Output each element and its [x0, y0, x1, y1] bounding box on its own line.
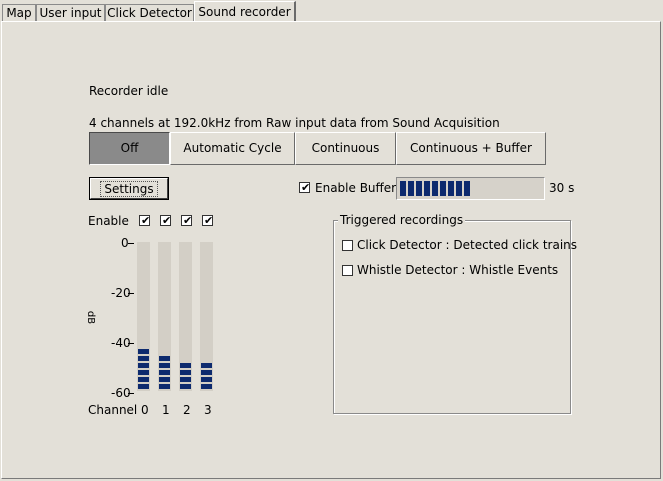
level-segment: [180, 377, 191, 382]
level-segment: [138, 370, 149, 375]
axis-tick-mark: [128, 393, 134, 394]
click-detector-trigger-checkbox[interactable]: [342, 240, 353, 251]
level-segment: [201, 370, 212, 375]
level-segment: [138, 356, 149, 361]
level-segment: [138, 363, 149, 368]
buffer-segment: [448, 181, 454, 196]
axis-tick-mark: [128, 343, 134, 344]
whistle-detector-trigger-label: Whistle Detector : Whistle Events: [357, 263, 559, 277]
level-segment: [180, 370, 191, 375]
buffer-segment: [464, 181, 470, 196]
level-segment: [180, 363, 191, 368]
continuous-button[interactable]: Continuous: [295, 132, 396, 165]
recorder-status: Recorder idle: [89, 84, 169, 98]
settings-button[interactable]: Settings: [89, 177, 169, 200]
automatic-cycle-button[interactable]: Automatic Cycle: [170, 132, 295, 165]
channel-id-0: 0: [141, 403, 149, 417]
tab-user-input[interactable]: User input: [36, 4, 105, 21]
click-detector-trigger-label: Click Detector : Detected click trains: [357, 238, 578, 252]
check-icon: ✔: [141, 214, 151, 227]
axis-tick-mark: [128, 243, 134, 244]
tab-map[interactable]: Map: [2, 4, 36, 21]
buffer-segment: [440, 181, 446, 196]
channel-3-level-meter: [200, 242, 213, 391]
channel-1-level-meter: [158, 242, 171, 391]
off-button[interactable]: Off: [89, 132, 170, 165]
channel-0-level-meter: [137, 242, 150, 391]
buffer-segment: [400, 181, 406, 196]
enable-label: Enable: [88, 214, 129, 228]
tab-click-detector[interactable]: Click Detector: [105, 4, 194, 21]
channel-label: Channel: [88, 403, 138, 417]
enable-buffer-checkbox[interactable]: ✔: [299, 181, 311, 194]
buffer-segment: [408, 181, 414, 196]
level-segment: [201, 377, 212, 382]
check-icon: ✔: [301, 181, 311, 194]
tab-sound-recorder[interactable]: Sound recorder: [194, 1, 296, 22]
settings-label: Settings: [100, 181, 158, 197]
check-icon: ✔: [162, 214, 172, 227]
level-segment: [159, 363, 170, 368]
axis-unit-label: dB: [85, 310, 97, 325]
check-icon: ✔: [183, 214, 193, 227]
channel-0-enable-checkbox[interactable]: ✔: [139, 214, 151, 227]
buffer-level-bar: [396, 177, 545, 200]
tab-bar: Map User input Click Detector Sound reco…: [0, 0, 663, 22]
channel-2-level-meter: [179, 242, 192, 391]
channel-3-enable-checkbox[interactable]: ✔: [202, 214, 214, 227]
buffer-segment: [424, 181, 430, 196]
axis-tick-mark: [128, 293, 134, 294]
whistle-detector-trigger-checkbox[interactable]: [342, 265, 353, 276]
channels-info: 4 channels at 192.0kHz from Raw input da…: [89, 116, 500, 130]
level-segment: [138, 377, 149, 382]
buffer-segment: [432, 181, 438, 196]
level-segment: [201, 363, 212, 368]
level-segment: [159, 370, 170, 375]
channel-2-enable-checkbox[interactable]: ✔: [181, 214, 193, 227]
channel-id-3: 3: [204, 403, 212, 417]
buffer-segment: [456, 181, 462, 196]
channel-id-1: 1: [162, 403, 170, 417]
level-segment: [159, 384, 170, 389]
level-segment: [159, 377, 170, 382]
level-segment: [138, 349, 149, 354]
continuous-buffer-button[interactable]: Continuous + Buffer: [396, 132, 546, 165]
channel-1-enable-checkbox[interactable]: ✔: [160, 214, 172, 227]
level-segment: [201, 384, 212, 389]
channel-id-2: 2: [183, 403, 191, 417]
triggered-recordings-title: Triggered recordings: [338, 213, 466, 227]
check-icon: ✔: [204, 214, 214, 227]
level-segment: [180, 384, 191, 389]
level-segment: [159, 356, 170, 361]
enable-buffer-label: Enable Buffer: [315, 181, 397, 195]
level-segment: [138, 384, 149, 389]
buffer-segment: [416, 181, 422, 196]
buffer-duration: 30 s: [549, 181, 575, 195]
